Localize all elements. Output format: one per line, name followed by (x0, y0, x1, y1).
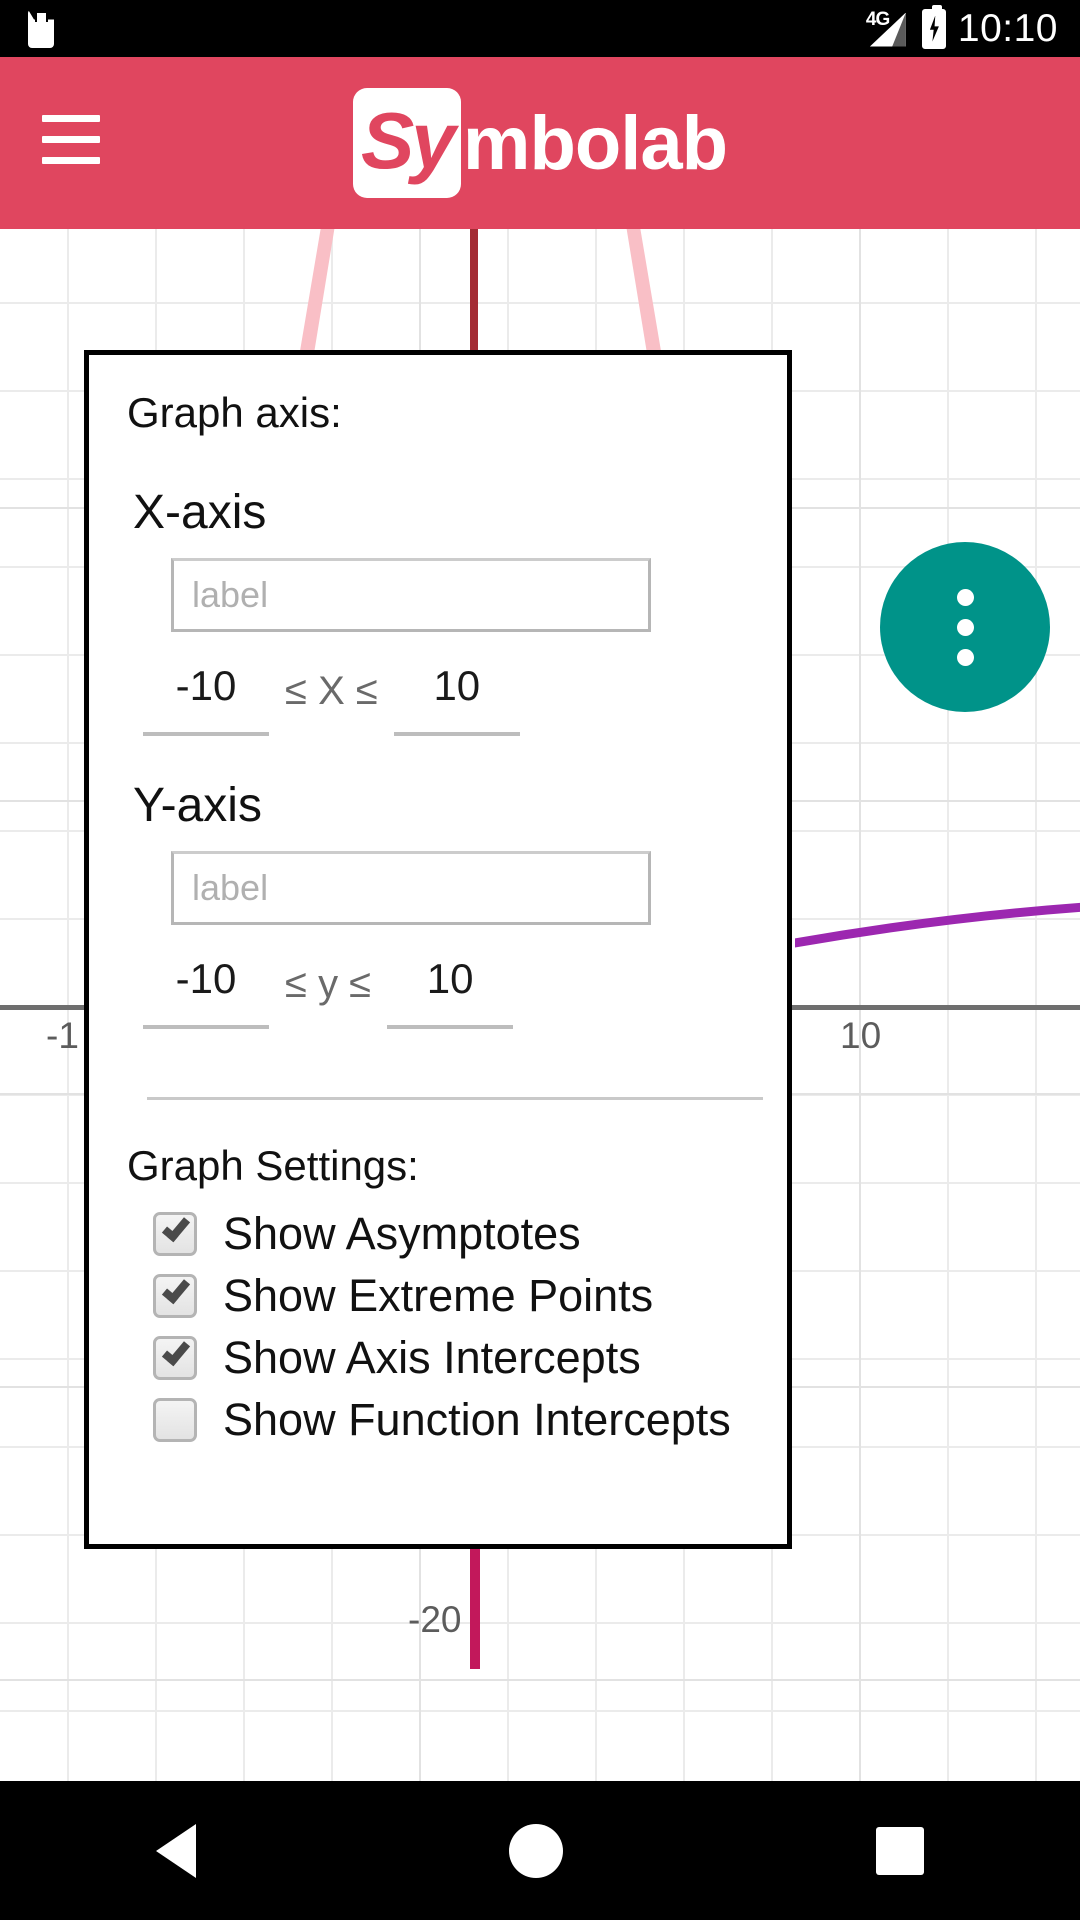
x-axis-min-input[interactable] (143, 662, 269, 736)
setting-show-asymptotes[interactable]: Show Asymptotes (153, 1208, 751, 1260)
network-type-label: 4G (865, 8, 890, 30)
battery-charging-icon (921, 4, 946, 49)
vertical-asymptote-line (470, 229, 478, 351)
section-divider (147, 1097, 763, 1100)
graph-axis-caption: Graph axis: (127, 389, 342, 436)
brand-mark: Sy (352, 88, 461, 198)
x-axis-title: X-axis (133, 486, 267, 539)
y-axis-title: Y-axis (133, 779, 262, 832)
sd-card-icon (28, 9, 54, 48)
setting-show-axis-intercepts[interactable]: Show Axis Intercepts (153, 1332, 751, 1384)
setting-show-function-intercepts[interactable]: Show Function Intercepts (153, 1394, 751, 1446)
y-axis-operator: ≤ y ≤ (285, 962, 372, 1006)
app-logo: Sy mbolab (0, 57, 1080, 229)
status-bar-clock: 10:10 (957, 6, 1058, 50)
status-bar: 4G 10:10 (0, 0, 1080, 57)
x-axis-range-row: ≤ X ≤ (143, 662, 751, 736)
checkbox-checked-icon[interactable] (153, 1212, 197, 1256)
setting-label: Show Extreme Points (223, 1270, 654, 1321)
signal-bars-icon: 4G (866, 9, 910, 49)
status-bar-left (28, 9, 54, 48)
setting-label: Show Function Intercepts (223, 1394, 731, 1445)
recents-square-icon[interactable] (875, 1826, 924, 1875)
app-bar: Sy mbolab (0, 57, 1080, 229)
brand-text: mbolab (462, 100, 728, 186)
checkbox-unchecked-icon[interactable] (153, 1398, 197, 1442)
y-axis-section: Y-axis ≤ y ≤ (125, 778, 751, 1029)
x-tick-label-negative: -1 (46, 1015, 79, 1056)
y-tick-label-negative-20: -20 (408, 1599, 462, 1640)
phone-screen: 4G 10:10 Sy mbolab 10 -1 -20 Graph axis:… (0, 0, 1080, 1920)
x-axis-max-input[interactable] (393, 662, 520, 736)
checkbox-checked-icon[interactable] (153, 1274, 197, 1318)
home-circle-icon[interactable] (508, 1823, 563, 1878)
y-axis-label-input[interactable] (171, 851, 651, 925)
overflow-menu-fab[interactable] (880, 542, 1050, 712)
status-bar-right: 4G 10:10 (866, 0, 1058, 57)
function-curve (795, 899, 1080, 949)
setting-show-extreme-points[interactable]: Show Extreme Points (153, 1270, 751, 1322)
y-axis-range-row: ≤ y ≤ (143, 955, 751, 1029)
x-tick-label-10: 10 (840, 1015, 882, 1056)
x-axis-operator: ≤ X ≤ (285, 669, 378, 713)
graph-settings-dialog: Graph axis: X-axis ≤ X ≤ Y-axis ≤ y ≤ (84, 350, 792, 1549)
setting-label: Show Axis Intercepts (223, 1332, 641, 1383)
x-axis-section: X-axis ≤ X ≤ (125, 485, 751, 736)
y-axis-min-input[interactable] (143, 955, 269, 1029)
back-triangle-icon[interactable] (156, 1823, 197, 1878)
checkbox-checked-icon[interactable] (153, 1336, 197, 1380)
setting-label: Show Asymptotes (223, 1208, 581, 1259)
graph-settings-caption: Graph Settings: (127, 1142, 419, 1189)
x-axis-label-input[interactable] (171, 558, 651, 632)
android-navigation-bar (0, 1781, 1080, 1920)
y-axis-max-input[interactable] (387, 955, 514, 1029)
overflow-menu-vertical-icon (956, 588, 974, 606)
